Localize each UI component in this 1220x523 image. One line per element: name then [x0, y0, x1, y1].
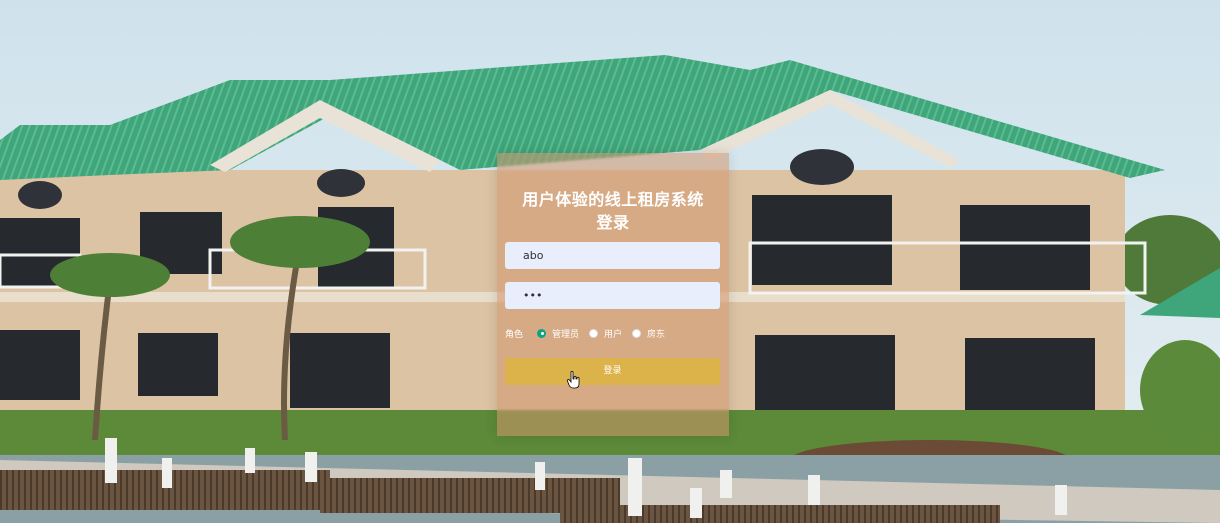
role-option-user[interactable]: 用户 [589, 327, 622, 340]
radio-checked-icon[interactable] [537, 328, 547, 338]
role-label: 角色 [505, 329, 524, 340]
role-option-label: 管理员 [552, 329, 580, 340]
password-input[interactable]: ••• [505, 282, 720, 309]
role-option-label: 房东 [647, 329, 666, 340]
role-option-admin[interactable]: 管理员 [537, 327, 579, 340]
login-panel: 用户体验的线上租房系统 登录 abo ••• 角色 管理员 用户 房东 登录 [497, 153, 729, 436]
radio-unchecked-icon[interactable] [632, 328, 642, 338]
role-selector: 角色 管理员 用户 房东 [505, 326, 725, 340]
login-heading: 登录 [596, 213, 630, 232]
hand-pointer-icon [567, 370, 581, 393]
radio-unchecked-icon[interactable] [589, 328, 599, 338]
system-title: 用户体验的线上租房系统 [522, 190, 704, 209]
role-option-label: 用户 [604, 329, 623, 340]
login-button[interactable]: 登录 [505, 358, 720, 385]
role-option-landlord[interactable]: 房东 [632, 327, 665, 340]
username-input[interactable]: abo [505, 242, 720, 269]
